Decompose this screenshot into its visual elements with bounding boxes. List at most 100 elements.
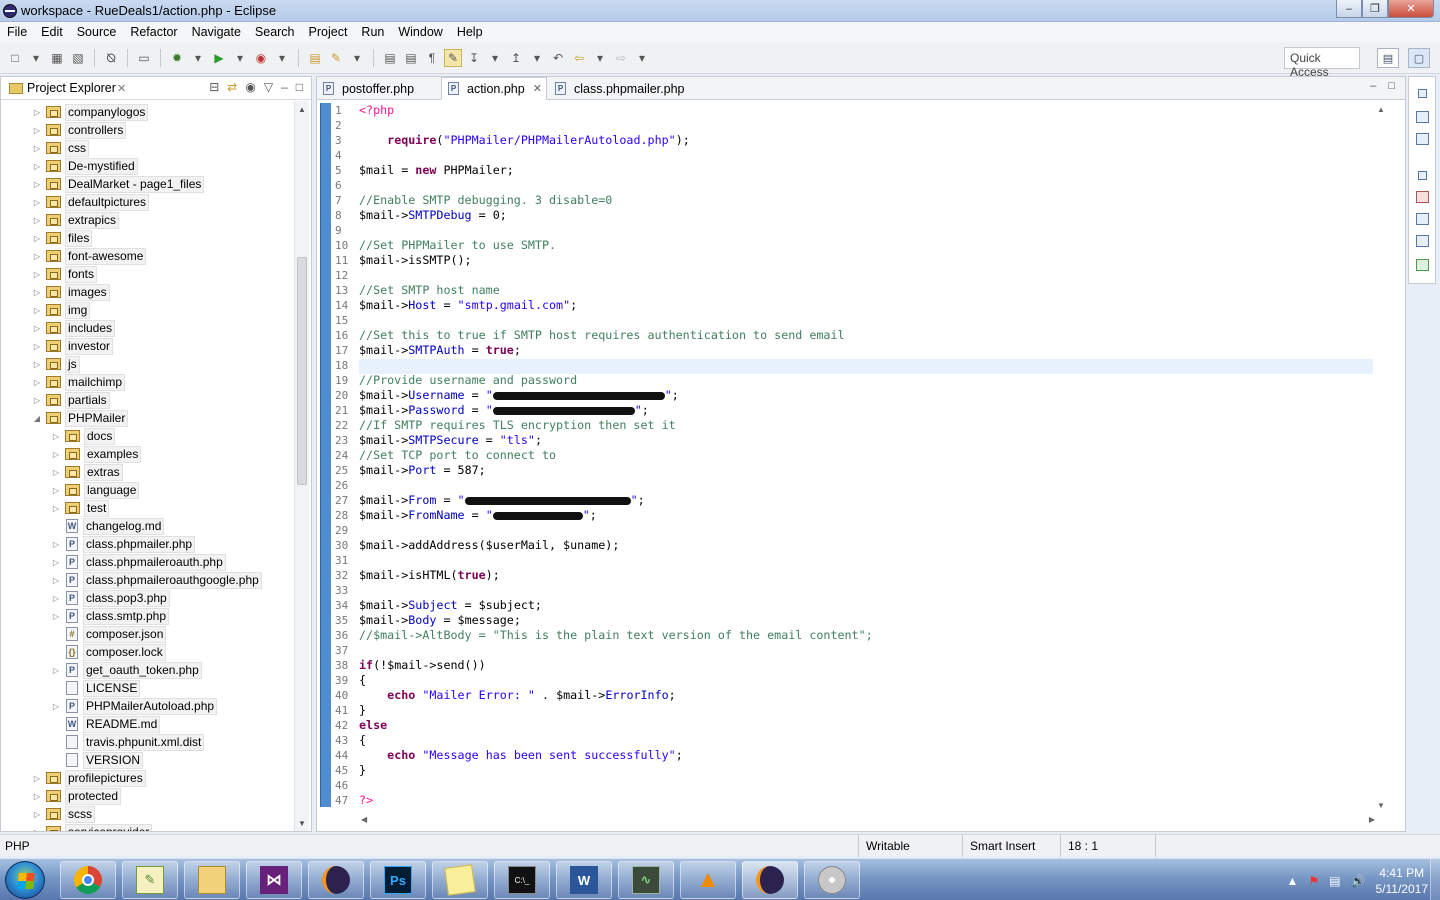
code-area[interactable]: 1 2 3 4 5 6 7 8 9 10 11 12 13 14 15 16 17 18 19 20 21 22 23 24 2… [317,101,1405,831]
editor-horizontal-scrollbar[interactable]: ◀ ▶ [359,815,1377,829]
collapsed-arrow-icon[interactable]: ▷ [31,828,43,832]
menu-refactor[interactable]: Refactor [123,25,184,39]
tree-file[interactable]: ▷ Pclass.phpmaileroauthgoogle.php [50,571,262,589]
tree-folder[interactable]: ▷ docs [50,427,116,445]
code-line[interactable]: <?php [359,103,873,118]
forward-icon[interactable]: ⇨ [612,49,630,67]
collapsed-arrow-icon[interactable]: ▷ [31,324,43,333]
code-line[interactable]: if(!$mail->send()) [359,658,873,673]
collapsed-arrow-icon[interactable]: ▷ [31,342,43,351]
explorer-scrollbar[interactable]: ▲ ▼ [294,101,309,831]
new-icon[interactable]: □ [6,49,24,67]
scroll-up-icon[interactable]: ▲ [298,105,306,114]
tree-file[interactable]: ▷ Pclass.phpmaileroauth.php [50,553,226,571]
code-line[interactable]: //Set TCP port to connect to [359,448,873,463]
eclipse-taskbar-button-active[interactable] [742,861,798,899]
prev-annotation-icon[interactable]: ↥ [507,49,525,67]
tree-file[interactable]: ▷ Pclass.pop3.php [50,589,170,607]
collapsed-arrow-icon[interactable]: ▷ [50,486,62,495]
menu-edit[interactable]: Edit [34,25,70,39]
tree-folder[interactable]: ▷ includes [31,319,116,337]
code-line[interactable] [359,118,873,133]
code-line[interactable] [359,478,873,493]
tab-class-phpmailer[interactable]: P class.phpmailer.php [549,77,699,100]
minimize-icon[interactable]: – [1370,80,1376,92]
monitor-taskbar-button[interactable]: ∿ [618,861,674,899]
project-explorer-tab[interactable]: Project Explorer ✕ ⊟ ⇄ ◉ ▽ – □ [1,77,311,100]
tree-file[interactable]: ▷ P PHPMailerAutoload.php [50,697,218,715]
collapsed-arrow-icon[interactable]: ▷ [31,126,43,135]
dropdown-icon[interactable]: ▾ [231,49,249,67]
tree-file[interactable]: Wchangelog.md [50,517,165,535]
tree-file[interactable]: LICENSE [50,679,141,697]
scrollbar-thumb[interactable] [297,257,307,485]
collapsed-arrow-icon[interactable]: ▷ [50,666,62,675]
code-line[interactable]: //If SMTP requires TLS encryption then s… [359,418,873,433]
scroll-up-icon[interactable]: ▲ [1377,105,1385,114]
brush-icon[interactable]: ✎ [327,49,345,67]
dropdown-icon[interactable]: ▾ [27,49,45,67]
code-line[interactable]: $mail->Subject = $subject; [359,598,873,613]
tree-folder[interactable]: ▷ serviceprovider [31,823,153,832]
collapsed-arrow-icon[interactable]: ▷ [50,576,62,585]
code-line[interactable]: $mail->addAddress($userMail, $uname); [359,538,873,553]
link-editor-icon[interactable]: ⇄ [227,80,237,94]
code-line[interactable] [359,553,873,568]
code-line[interactable]: $mail->Port = 587; [359,463,873,478]
show-hidden-icons-icon[interactable]: ▲ [1287,874,1299,888]
tree-folder[interactable]: ▷ css [31,139,89,157]
minimize-icon[interactable]: – [281,80,288,94]
collapsed-arrow-icon[interactable]: ▷ [50,558,62,567]
tree-folder[interactable]: ▷ font-awesome [31,247,147,265]
collapsed-arrow-icon[interactable]: ▷ [31,774,43,783]
restore-icon[interactable] [1418,89,1427,98]
code-line[interactable]: $mail->SMTPSecure = "tls"; [359,433,873,448]
tree-folder[interactable]: ▷ De-mystified [31,157,138,175]
tree-file[interactable]: ▷ Pclass.phpmailer.php [50,535,196,553]
terminal-icon[interactable]: ▭ [135,49,153,67]
skip-breakpoints-icon[interactable]: ⦰ [102,49,120,67]
maximize-icon[interactable]: □ [296,80,303,94]
tree-folder[interactable]: ▷ defaultpictures [31,193,150,211]
run-icon[interactable]: ▶ [210,49,228,67]
restore-icon[interactable] [1418,171,1427,180]
task-list-icon[interactable] [1416,133,1429,145]
collapsed-arrow-icon[interactable]: ▷ [31,234,43,243]
code-line[interactable] [359,523,873,538]
tab-action[interactable]: P action.php ✕ [441,77,547,100]
tree-folder[interactable]: ▷ js [31,355,80,373]
network-icon[interactable]: ▤ [1329,874,1340,888]
show-desktop-button[interactable] [1430,859,1440,900]
maximize-icon[interactable]: □ [1388,80,1395,92]
collapsed-arrow-icon[interactable]: ▷ [31,252,43,261]
save-icon[interactable]: ▦ [48,49,66,67]
tree-folder[interactable]: ▷ examples [50,445,142,463]
notepadpp-taskbar-button[interactable]: ✎ [122,861,178,899]
tree-folder[interactable]: ▷ mailchimp [31,373,126,391]
editor-vertical-scrollbar[interactable]: ▲ ▼ [1375,101,1389,810]
collapse-all-icon[interactable]: ⊟ [209,80,219,94]
code-line[interactable] [359,358,873,373]
code-line[interactable]: else [359,718,873,733]
sticky-notes-taskbar-button[interactable] [432,861,488,899]
code-line[interactable]: { [359,673,873,688]
tree-folder[interactable]: ▷ images [31,283,110,301]
menu-file[interactable]: File [0,25,34,39]
code-line[interactable]: ?> [359,793,873,808]
code-line[interactable]: //Set PHPMailer to use SMTP. [359,238,873,253]
tree-folder[interactable]: ▷ fonts [31,265,98,283]
tree-folder[interactable]: ▷ language [50,481,140,499]
tree-folder[interactable]: ▷ scss [31,805,95,823]
code-line[interactable]: $mail->FromName = " "; [359,508,873,523]
code-line[interactable]: $mail->isHTML(true); [359,568,873,583]
eclipse-taskbar-button-1[interactable] [308,861,364,899]
tab-postoffer[interactable]: P postoffer.php [317,77,439,100]
start-button[interactable] [5,861,45,899]
menu-help[interactable]: Help [450,25,490,39]
minimize-button[interactable]: – [1336,0,1362,18]
chrome-taskbar-button[interactable] [60,861,116,899]
code-line[interactable] [359,148,873,163]
problems-icon[interactable] [1416,191,1429,203]
explorer-taskbar-button[interactable] [184,861,240,899]
code-line[interactable] [359,223,873,238]
